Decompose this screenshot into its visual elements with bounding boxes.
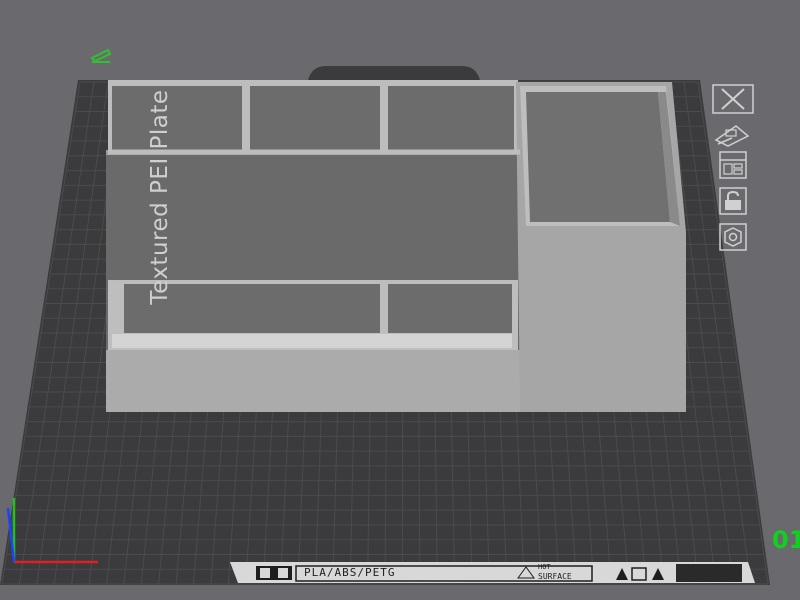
lock-icon	[719, 187, 747, 215]
filament-types-text: PLA/ABS/PETG	[304, 566, 396, 579]
3d-viewport[interactable]	[0, 0, 800, 600]
model-organizer[interactable]	[106, 80, 686, 412]
lock-plate-button[interactable]	[712, 186, 754, 216]
plate-name-label: Textured PEI Plate	[147, 89, 173, 305]
close-plate-button[interactable]	[712, 84, 754, 114]
hot-surface-line1: HOT	[538, 563, 551, 571]
edit-plate-name-icon[interactable]	[90, 48, 112, 63]
plate-settings-button[interactable]	[712, 222, 754, 252]
hot-surface-line2: SURFACE	[538, 572, 572, 581]
auto-orient-button[interactable]	[712, 118, 754, 148]
arrange-icon	[719, 151, 747, 179]
orient-icon	[714, 125, 750, 147]
gear-icon	[719, 223, 747, 251]
arrange-button[interactable]	[712, 150, 754, 180]
close-icon	[712, 84, 754, 114]
plate-index-label: 01	[772, 526, 800, 554]
